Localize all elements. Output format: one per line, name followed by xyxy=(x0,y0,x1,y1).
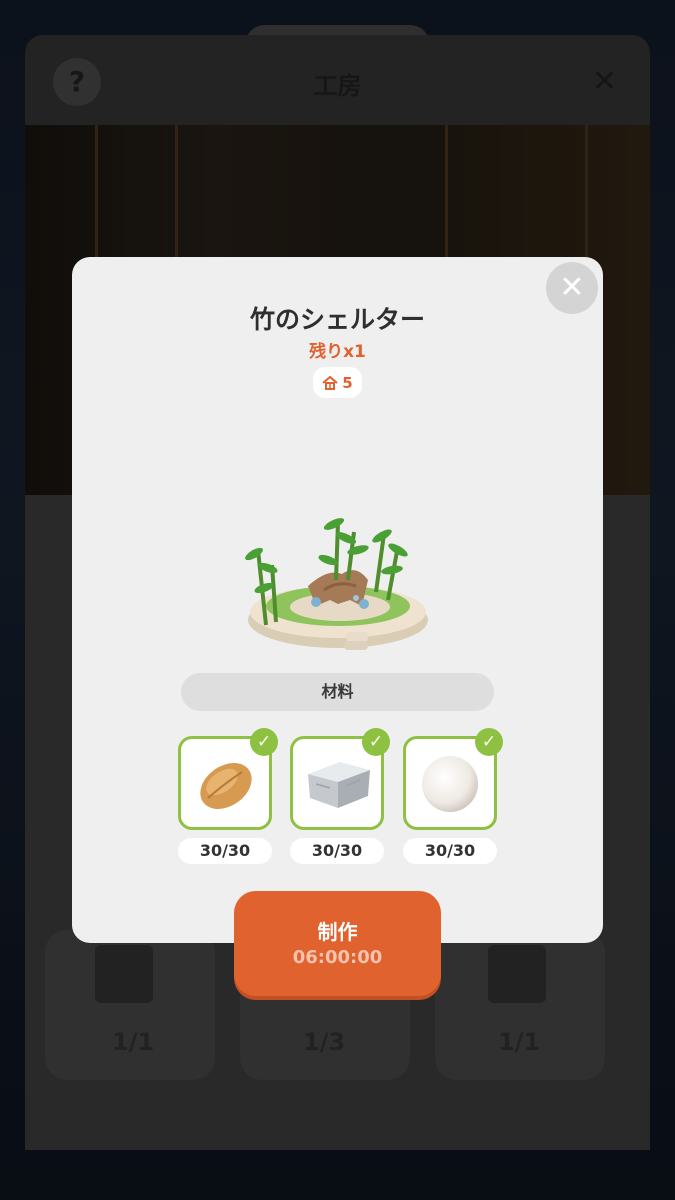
materials-header: 材料 xyxy=(181,673,494,711)
checkmark-icon: ✓ xyxy=(475,728,503,756)
remaining-count: 残りx1 xyxy=(309,342,366,362)
craft-button-label: 制作 xyxy=(317,920,358,944)
material-slot-almond[interactable]: ✓ xyxy=(178,728,278,830)
craft-button[interactable]: 制作 06:00:00 xyxy=(234,891,441,996)
bamboo-shelter-image xyxy=(245,518,428,650)
material-count: 30/30 xyxy=(178,838,272,864)
comfort-value: 5 xyxy=(342,373,353,392)
material-slot-stone[interactable]: ✓ xyxy=(290,728,390,830)
craft-duration: 06:00:00 xyxy=(292,947,383,968)
material-count: 30/30 xyxy=(403,838,497,864)
checkmark-icon: ✓ xyxy=(362,728,390,756)
item-title: 竹のシェルター xyxy=(249,305,425,334)
comfort-badge: 5 xyxy=(313,367,362,398)
material-count: 30/30 xyxy=(290,838,384,864)
house-roof-icon xyxy=(322,375,338,390)
checkmark-icon: ✓ xyxy=(250,728,278,756)
material-slot-pearl[interactable]: ✓ xyxy=(403,728,503,830)
